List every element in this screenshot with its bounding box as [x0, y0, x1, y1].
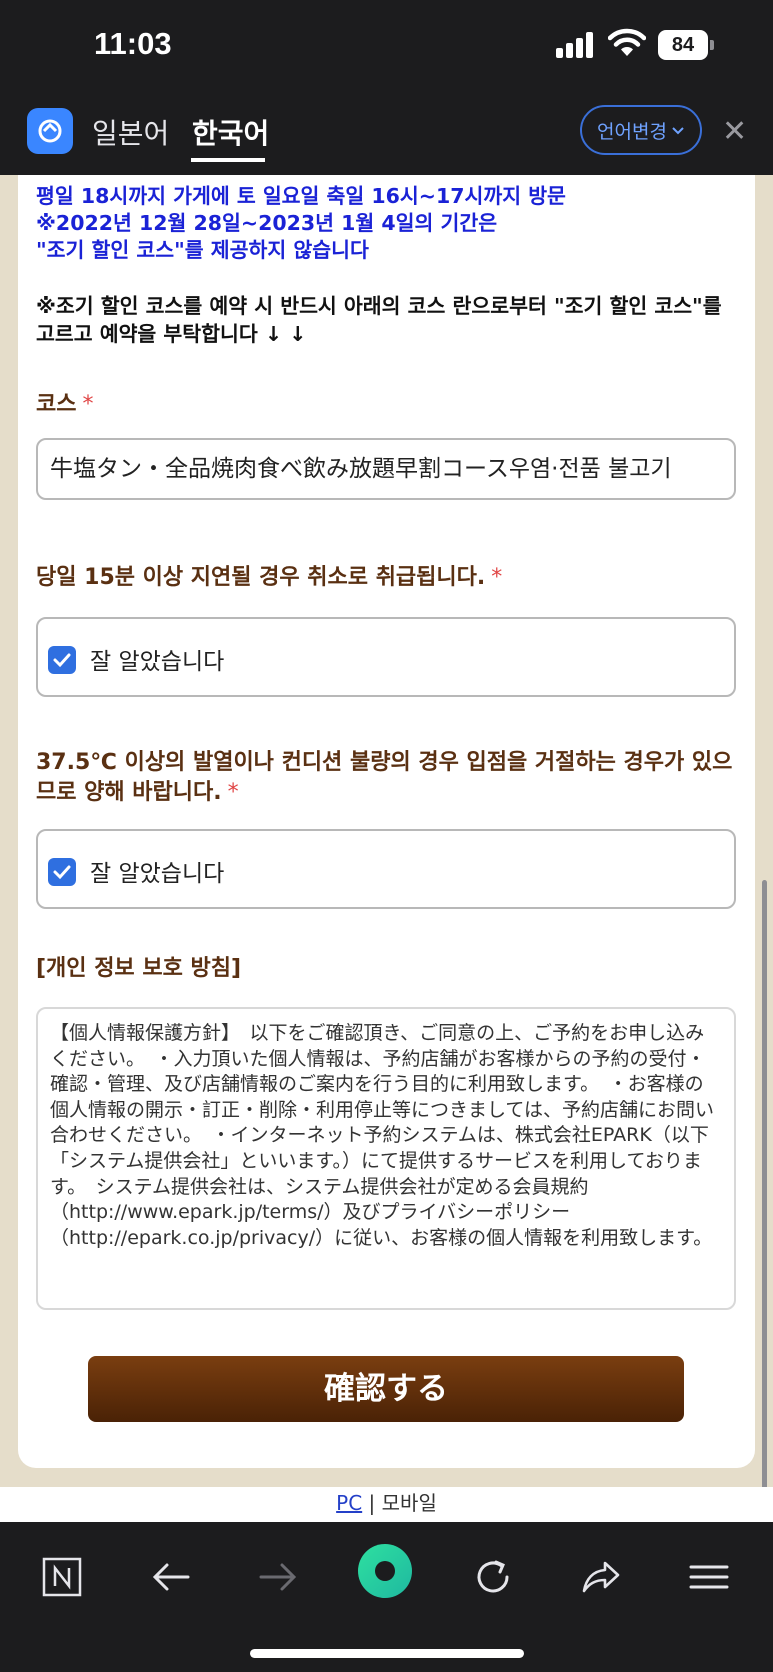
battery-level: 84 — [658, 30, 708, 60]
late-policy-label: 당일 15분 이상 지연될 경우 취소로 취급됩니다. * — [36, 563, 736, 593]
browser-toolbar — [0, 1522, 773, 1672]
translate-bar: 일본어 한국어 언어변경 ✕ — [0, 92, 773, 175]
footer-separator: | — [368, 1491, 376, 1515]
active-tab-indicator — [191, 158, 265, 162]
footer: PC | 모바일 — [0, 1487, 773, 1522]
notice-black: ※조기 할인 코스를 예약 시 반드시 아래의 코스 란으로부터 "조기 할인 … — [36, 294, 722, 346]
pc-link[interactable]: PC — [336, 1491, 362, 1515]
late-policy-checkbox-field[interactable]: 잘 알았습니다 — [36, 617, 736, 697]
home-indicator — [250, 1649, 524, 1658]
checkbox-checked-icon[interactable] — [48, 646, 76, 674]
scrollbar[interactable] — [762, 880, 767, 1515]
fever-policy-label-text: 37.5℃ 이상의 발열이나 컨디션 불량의 경우 입점을 거절하는 경우가 있… — [36, 750, 733, 805]
privacy-policy-textarea[interactable]: 【個人情報保護方針】 以下をご確認頂き、ご同意の上、ご予約をお申し込みください。… — [36, 1007, 736, 1310]
confirm-button[interactable]: 確認する — [88, 1356, 684, 1422]
menu-icon[interactable] — [679, 1547, 739, 1607]
change-language-label: 언어변경 — [597, 120, 667, 143]
status-time: 11:03 — [94, 26, 172, 61]
fever-policy-checkbox-field[interactable]: 잘 알았습니다 — [36, 829, 736, 909]
course-label: 코스 * — [36, 390, 736, 420]
reload-icon[interactable] — [463, 1547, 523, 1607]
required-mark: * — [82, 392, 94, 417]
source-language-tab[interactable]: 일본어 — [92, 112, 169, 152]
wifi-icon — [607, 28, 647, 62]
signal-icon — [556, 32, 598, 58]
checkbox-label: 잘 알았습니다 — [90, 649, 225, 675]
course-label-text: 코스 — [36, 392, 77, 417]
back-arrow-icon[interactable] — [141, 1547, 201, 1607]
checkbox-checked-icon[interactable] — [48, 858, 76, 886]
notice-line: ※2022년 12월 28일~2023년 1월 4일의 기간은 — [36, 211, 498, 235]
mobile-label: 모바일 — [381, 1491, 437, 1515]
notice-line: 평일 18시까지 가게에 토 일요일 축일 16시~17시까지 방문 — [36, 184, 566, 208]
forward-arrow-icon — [248, 1547, 308, 1607]
required-mark: * — [491, 565, 503, 590]
late-policy-label-text: 당일 15분 이상 지연될 경우 취소로 취급됩니다. — [36, 565, 486, 590]
battery-icon: 84 — [658, 30, 714, 60]
course-select[interactable]: 牛塩タン・全品焼肉食べ飲み放題早割コース우염·전품 불고기 — [36, 438, 736, 500]
close-icon[interactable]: ✕ — [722, 114, 747, 149]
home-green-icon[interactable] — [356, 1542, 414, 1600]
translator-logo-icon — [27, 108, 73, 154]
n-tab-icon[interactable] — [32, 1547, 92, 1607]
status-bar: 11:03 84 — [0, 0, 773, 92]
checkbox-label: 잘 알았습니다 — [90, 861, 225, 887]
required-mark: * — [227, 780, 239, 805]
privacy-heading: [개인 정보 보호 방침] — [36, 956, 242, 981]
target-language-tab[interactable]: 한국어 — [192, 112, 269, 152]
chevron-down-icon — [671, 119, 685, 141]
change-language-button[interactable]: 언어변경 — [580, 105, 702, 155]
fever-policy-label: 37.5℃ 이상의 발열이나 컨디션 불량의 경우 입점을 거절하는 경우가 있… — [36, 748, 736, 808]
share-icon[interactable] — [571, 1547, 631, 1607]
notice-line: "조기 할인 코스"를 제공하지 않습니다 — [36, 238, 369, 262]
notice-blue: 평일 18시까지 가게에 토 일요일 축일 16시~17시까지 방문 ※2022… — [36, 183, 736, 264]
